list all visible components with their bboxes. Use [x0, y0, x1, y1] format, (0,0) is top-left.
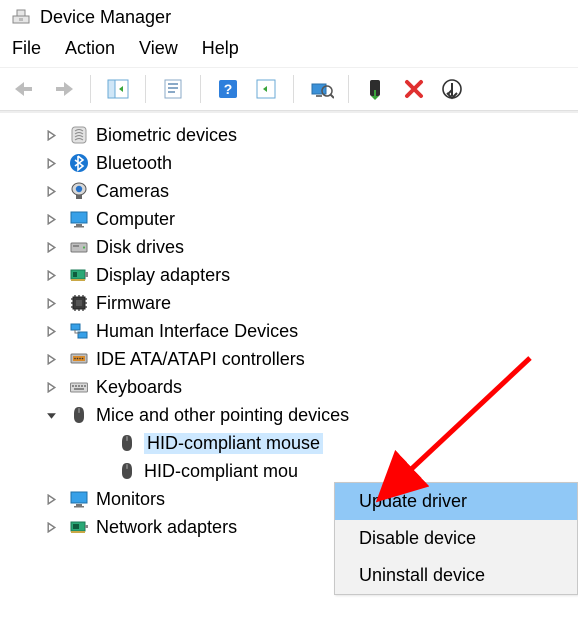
- tree-node-keyboards[interactable]: Keyboards: [0, 373, 578, 401]
- scan-hardware-button[interactable]: [304, 74, 338, 104]
- chevron-right-icon[interactable]: [40, 158, 62, 169]
- context-menu-item[interactable]: Disable device: [335, 520, 577, 557]
- tree-node-label: Mice and other pointing devices: [96, 405, 349, 426]
- mouse-icon: [116, 460, 138, 482]
- tree-node-label: Keyboards: [96, 377, 182, 398]
- chevron-right-icon[interactable]: [40, 242, 62, 253]
- tree-node-label: Firmware: [96, 293, 171, 314]
- tree-node-label: Monitors: [96, 489, 165, 510]
- menu-action[interactable]: Action: [65, 38, 115, 59]
- chevron-right-icon[interactable]: [40, 130, 62, 141]
- mouse-icon: [116, 432, 138, 454]
- chevron-right-icon[interactable]: [40, 186, 62, 197]
- hid-icon: [68, 320, 90, 342]
- tree-node-label: Cameras: [96, 181, 169, 202]
- chevron-right-icon[interactable]: [40, 522, 62, 533]
- displayadapter-icon: [68, 264, 90, 286]
- tree-node-label: Disk drives: [96, 237, 184, 258]
- context-menu-item[interactable]: Uninstall device: [335, 557, 577, 594]
- monitor-icon: [68, 208, 90, 230]
- show-hide-console-button[interactable]: [101, 74, 135, 104]
- chevron-right-icon[interactable]: [40, 354, 62, 365]
- help-button[interactable]: ?: [211, 74, 245, 104]
- chevron-right-icon[interactable]: [40, 298, 62, 309]
- tree-node-label: Biometric devices: [96, 125, 237, 146]
- menu-help[interactable]: Help: [202, 38, 239, 59]
- tree-node-mice[interactable]: Mice and other pointing devices: [0, 401, 578, 429]
- titlebar: Device Manager: [0, 0, 578, 32]
- disable-button[interactable]: [435, 74, 469, 104]
- tree-node-label: Human Interface Devices: [96, 321, 298, 342]
- tree-node-label: Computer: [96, 209, 175, 230]
- show-hidden-button[interactable]: [249, 74, 283, 104]
- tree-node-biometric[interactable]: Biometric devices: [0, 121, 578, 149]
- camera-icon: [68, 180, 90, 202]
- context-menu: Update driverDisable deviceUninstall dev…: [334, 482, 578, 595]
- network-icon: [68, 516, 90, 538]
- update-driver-button[interactable]: [359, 74, 393, 104]
- tree-node-mouse1[interactable]: HID-compliant mouse: [0, 429, 578, 457]
- tree-node-bluetooth[interactable]: Bluetooth: [0, 149, 578, 177]
- monitor-icon: [68, 488, 90, 510]
- chevron-down-icon[interactable]: [40, 410, 62, 421]
- tree-node-cameras[interactable]: Cameras: [0, 177, 578, 205]
- properties-button[interactable]: [156, 74, 190, 104]
- tree-node-firmware[interactable]: Firmware: [0, 289, 578, 317]
- tree-node-display[interactable]: Display adapters: [0, 261, 578, 289]
- chevron-right-icon[interactable]: [40, 270, 62, 281]
- chevron-right-icon[interactable]: [40, 494, 62, 505]
- device-manager-icon: [10, 6, 32, 28]
- tree-node-label: Display adapters: [96, 265, 230, 286]
- keyboard-icon: [68, 376, 90, 398]
- context-menu-item[interactable]: Update driver: [335, 483, 577, 520]
- tree-node-computer[interactable]: Computer: [0, 205, 578, 233]
- svg-text:?: ?: [224, 81, 233, 97]
- uninstall-button[interactable]: [397, 74, 431, 104]
- tree-node-label: Bluetooth: [96, 153, 172, 174]
- mouse-icon: [68, 404, 90, 426]
- window-title: Device Manager: [40, 7, 171, 28]
- back-button[interactable]: [8, 74, 42, 104]
- tree-node-diskdrives[interactable]: Disk drives: [0, 233, 578, 261]
- chevron-right-icon[interactable]: [40, 214, 62, 225]
- tree-node-label: HID-compliant mou: [144, 461, 298, 482]
- tree-node-mouse2[interactable]: HID-compliant mou: [0, 457, 578, 485]
- menu-file[interactable]: File: [12, 38, 41, 59]
- chevron-right-icon[interactable]: [40, 382, 62, 393]
- tree-node-ide[interactable]: IDE ATA/ATAPI controllers: [0, 345, 578, 373]
- tree-node-hid[interactable]: Human Interface Devices: [0, 317, 578, 345]
- menubar: File Action View Help: [0, 32, 578, 68]
- tree-node-label: Network adapters: [96, 517, 237, 538]
- chip-icon: [68, 292, 90, 314]
- toolbar: ?: [0, 68, 578, 111]
- fingerprint-icon: [68, 124, 90, 146]
- forward-button[interactable]: [46, 74, 80, 104]
- bluetooth-icon: [68, 152, 90, 174]
- disk-icon: [68, 236, 90, 258]
- ide-icon: [68, 348, 90, 370]
- tree-node-label: IDE ATA/ATAPI controllers: [96, 349, 305, 370]
- tree-node-label: HID-compliant mouse: [144, 433, 323, 454]
- menu-view[interactable]: View: [139, 38, 178, 59]
- chevron-right-icon[interactable]: [40, 326, 62, 337]
